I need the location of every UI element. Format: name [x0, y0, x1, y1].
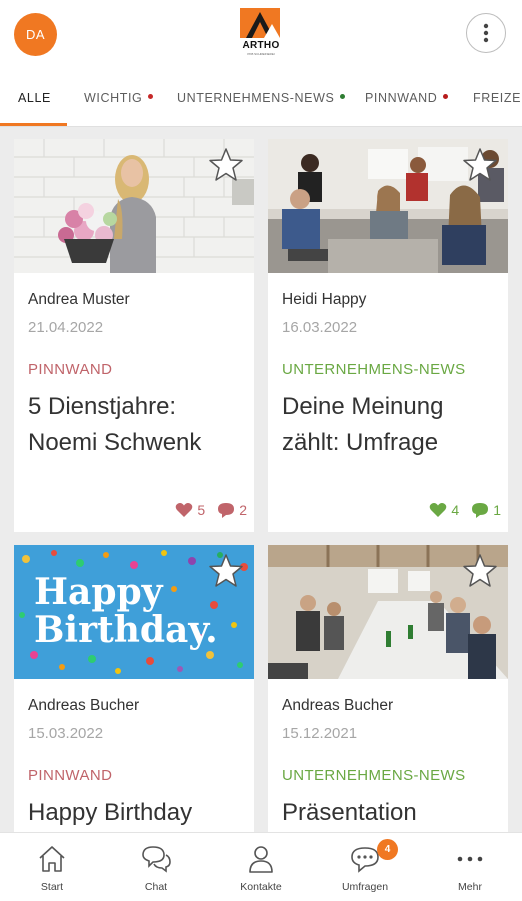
tab-unternehmens-news[interactable]: UNTERNEHMENS-NEWS: [177, 70, 346, 126]
tab-label: WICHTIG: [84, 91, 143, 105]
nav-item-kontakte[interactable]: Kontakte: [209, 833, 313, 901]
comment-count: 1: [493, 502, 501, 518]
company-logo: ARTHO PKB SCHREINEREI: [238, 6, 284, 56]
post-author: Andrea Muster: [28, 291, 130, 308]
post-category: UNTERNEHMENS-NEWS: [282, 361, 466, 378]
tab-indicator-dot: [148, 94, 154, 99]
post-title: Happy Birthday: [28, 795, 254, 831]
contact-icon: [249, 846, 273, 873]
post-card[interactable]: Happy Birthday. Andreas Bucher 15.03.202…: [14, 545, 254, 832]
birthday-text-line: Happy: [34, 571, 163, 613]
post-category: PINNWAND: [28, 361, 113, 378]
nav-label: Mehr: [458, 881, 482, 893]
post-title-line: 5 Dienstjahre:: [28, 393, 177, 420]
nav-label: Umfragen: [341, 881, 389, 893]
post-title-line: Noemi Schwenk: [28, 429, 202, 456]
post-title-line: zählt: Umfrage: [282, 429, 439, 456]
nav-item-start[interactable]: Start: [0, 833, 104, 901]
more-vertical-icon: [483, 23, 489, 43]
post-image: Happy Birthday.: [14, 545, 254, 679]
nav-item-chat[interactable]: Chat: [104, 833, 208, 901]
tab-label: PINNWAND: [365, 91, 438, 105]
nav-item-umfragen[interactable]: 4 Umfragen: [313, 833, 417, 901]
post-card[interactable]: Andreas Bucher 15.12.2021 UNTERNEHMENS-N…: [268, 545, 508, 832]
tab-label: UNTERNEHMENS-NEWS: [177, 91, 335, 105]
post-image: [14, 139, 254, 273]
heart-icon[interactable]: [429, 502, 447, 518]
post-title-line: Präsentation: [282, 799, 417, 826]
post-date: 16.03.2022: [282, 319, 358, 336]
tabs-divider: [0, 126, 522, 127]
post-category: UNTERNEHMENS-NEWS: [282, 767, 466, 784]
comment-icon[interactable]: [471, 502, 489, 518]
tab-pinnwand[interactable]: PINNWAND: [365, 70, 449, 126]
tab-freizeit[interactable]: FREIZEIT: [473, 70, 522, 126]
post-author: Andreas Bucher: [28, 697, 140, 714]
tab-label: FREIZEIT: [473, 91, 522, 105]
comment-count: 2: [239, 502, 247, 518]
post-card[interactable]: Heidi Happy 16.03.2022 UNTERNEHMENS-NEWS…: [268, 139, 508, 532]
post-title: Präsentation: [282, 795, 508, 831]
post-category: PINNWAND: [28, 767, 113, 784]
home-icon: [39, 846, 65, 872]
like-count: 5: [197, 502, 206, 518]
post-title-line: Deine Meinung: [282, 393, 444, 420]
nav-label: Start: [40, 881, 64, 893]
nav-label: Chat: [144, 881, 168, 893]
post-image: [268, 139, 508, 273]
user-avatar[interactable]: DA: [14, 13, 57, 56]
post-date: 15.03.2022: [28, 725, 104, 742]
more-options-button[interactable]: [466, 13, 506, 53]
tab-alle[interactable]: ALLE: [18, 70, 51, 126]
nav-item-mehr[interactable]: Mehr: [418, 833, 522, 901]
like-count: 4: [451, 502, 460, 518]
birthday-text-line: Birthday.: [34, 609, 218, 651]
post-stats: 5 2: [175, 502, 247, 518]
logo-subtext: PKB SCHREINEREI: [247, 52, 275, 56]
post-author: Andreas Bucher: [282, 697, 394, 714]
comment-icon[interactable]: [217, 502, 235, 518]
nav-label: Kontakte: [240, 881, 282, 893]
tab-indicator-dot: [443, 94, 449, 99]
tab-label: ALLE: [18, 91, 51, 105]
chat-icon: [142, 846, 171, 873]
favorite-star-icon[interactable]: [462, 147, 498, 183]
more-horizontal-icon: [457, 856, 483, 862]
heart-icon[interactable]: [175, 502, 193, 518]
post-date: 21.04.2022: [28, 319, 104, 336]
logo-text: ARTHO: [242, 40, 280, 51]
favorite-star-icon[interactable]: [462, 553, 498, 589]
post-card[interactable]: Andrea Muster 21.04.2022 PINNWAND 5 Dien…: [14, 139, 254, 532]
post-author: Heidi Happy: [282, 291, 367, 308]
app-header: DA ARTHO PKB SCHREINEREI: [0, 0, 522, 70]
birthday-image-text: Happy Birthday.: [34, 573, 218, 649]
post-title: Deine Meinung zählt: Umfrage: [282, 389, 508, 461]
favorite-star-icon[interactable]: [208, 553, 244, 589]
post-title-line: Happy Birthday: [28, 799, 193, 826]
bottom-navigation: Start Chat Kontakte 4 Umfragen Mehr: [0, 832, 522, 901]
logo-icon: [240, 8, 280, 38]
tab-indicator-dot: [340, 94, 346, 99]
notification-badge: 4: [377, 839, 398, 860]
post-title: 5 Dienstjahre: Noemi Schwenk: [28, 389, 254, 461]
tab-wichtig[interactable]: WICHTIG: [84, 70, 154, 126]
post-stats: 4 1: [429, 502, 501, 518]
post-date: 15.12.2021: [282, 725, 358, 742]
category-tabs: ALLE WICHTIG UNTERNEHMENS-NEWS PINNWAND …: [0, 70, 522, 126]
favorite-star-icon[interactable]: [208, 147, 244, 183]
post-image: [268, 545, 508, 679]
